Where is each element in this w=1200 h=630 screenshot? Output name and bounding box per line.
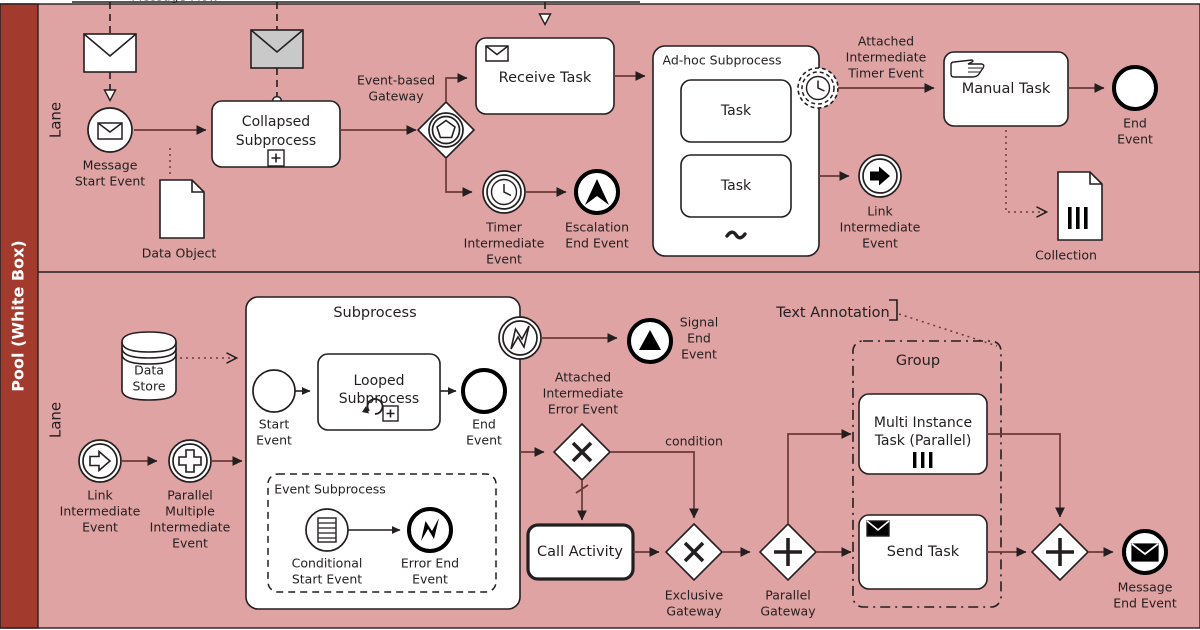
message-start-event-label-2: Start Event: [75, 174, 145, 189]
multi-instance-label-2: Task (Parallel): [874, 433, 972, 449]
parallel-multiple-label-2: Multiple: [165, 504, 215, 519]
end-event-circle: [1112, 65, 1158, 111]
link-bottom-label-3: Event: [82, 520, 118, 535]
signal-end-label-2: End: [687, 331, 711, 346]
adhoc-task-2-label: Task: [720, 178, 752, 194]
lane-bottom-label: Lane: [47, 402, 65, 438]
end-event-top-label-1: End: [1123, 116, 1147, 131]
adhoc-task-1-label: Task: [720, 103, 752, 119]
end-event-top-label-2: Event: [1117, 132, 1153, 147]
envelope-icon: [1131, 543, 1159, 562]
signal-end-label-3: Event: [681, 347, 717, 362]
attached-error-inner: [502, 320, 538, 356]
text-annotation-label: Text Annotation: [775, 305, 889, 321]
bpmn-diagram-canvas: Pool (White Box) Lane Lane Message Flow …: [0, 0, 1200, 630]
message-end-label-2: End Event: [1113, 596, 1177, 611]
link-top-label-3: Event: [862, 236, 898, 251]
attached-timer-label-3: Timer Event: [847, 66, 924, 81]
message-flow-label: Message Flow: [131, 0, 218, 4]
envelope-icon: [866, 520, 890, 537]
collection-bars-icon: [1068, 207, 1088, 229]
end-event-inner-label-1: End: [472, 417, 496, 432]
event-based-gateway-label-2: Gateway: [368, 89, 424, 104]
message-start-event-label-1: Message: [83, 158, 138, 173]
attached-error-label-1: Attached: [555, 370, 611, 385]
conditional-start-label-2: Start Event: [292, 572, 362, 587]
error-end-label-2: Event: [412, 572, 448, 587]
parallel-multiple-label-4: Event: [172, 536, 208, 551]
event-based-gateway-label-1: Event-based: [357, 73, 435, 88]
manual-task[interactable]: Manual Task: [943, 51, 1069, 127]
conditional-list-icon: [317, 517, 337, 543]
link-top-label-2: Intermediate: [840, 220, 921, 235]
looped-subprocess-label-1: Looped: [353, 373, 404, 389]
end-event-inner-label-2: Event: [466, 433, 502, 448]
data-store-label-2: Store: [132, 379, 165, 394]
condition-label: condition: [665, 434, 723, 449]
timer-label-1: Timer: [485, 220, 523, 235]
parallel-multiple-label-1: Parallel: [167, 488, 213, 503]
subprocess-box: [245, 296, 521, 610]
data-store-label-1: Data: [134, 363, 164, 378]
data-object-label: Data Object: [142, 246, 217, 261]
pool-label: Pool (White Box): [9, 240, 28, 392]
start-event-circle: [252, 369, 296, 413]
receive-task-label: Receive Task: [499, 70, 592, 86]
message-end-label-1: Message: [1118, 580, 1173, 595]
timer-label-3: Event: [486, 252, 522, 267]
attached-timer-label-1: Attached: [858, 34, 914, 49]
parallel-bars-icon: [913, 452, 933, 468]
escalation-label-2: End Event: [565, 236, 629, 251]
looped-subprocess-label-2: Subprocess: [339, 391, 419, 407]
link-bottom-label-1: Link: [87, 488, 113, 503]
parallel-multiple-label-3: Intermediate: [150, 520, 231, 535]
message-start-event-circle: [87, 107, 133, 153]
signal-end-label-1: Signal: [680, 315, 718, 330]
link-bottom-label-2: Intermediate: [60, 504, 141, 519]
collapsed-subprocess-label-1: Collapsed: [242, 114, 310, 130]
exclusive-gateway-label-2: Gateway: [666, 604, 722, 619]
exclusive-gateway-label-1: Exclusive: [665, 588, 724, 603]
subprocess-label: Subprocess: [333, 305, 416, 321]
attached-error-label-2: Intermediate: [543, 386, 624, 401]
send-task-label: Send Task: [887, 544, 960, 560]
event-subprocess-label: Event Subprocess: [274, 482, 386, 497]
parallel-gateway-label-1: Parallel: [765, 588, 811, 603]
collapsed-subprocess-label-2: Subprocess: [236, 133, 316, 149]
timer-label-2: Intermediate: [464, 236, 545, 251]
call-activity-label: Call Activity: [537, 544, 623, 560]
attached-timer-label-2: Intermediate: [846, 50, 927, 65]
adhoc-subprocess-label: Ad-hoc Subprocess: [662, 53, 781, 68]
document-icon: [159, 179, 205, 239]
end-event-inner-circle: [461, 368, 507, 414]
subprocess-expanded[interactable]: Subprocess Start Event Looped Subprocess: [245, 296, 521, 610]
start-event-label-2: Event: [256, 433, 292, 448]
start-event-label-1: Start: [259, 417, 290, 432]
collection-label: Collection: [1035, 248, 1097, 263]
error-end-label-1: Error End: [401, 556, 459, 571]
conditional-start-label-1: Conditional: [292, 556, 363, 571]
document-icon: [1057, 171, 1103, 241]
group-label: Group: [896, 353, 940, 369]
multi-instance-label-1: Multi Instance: [874, 415, 972, 431]
link-top-label-1: Link: [867, 204, 893, 219]
manual-task-label: Manual Task: [962, 81, 1051, 97]
escalation-label-1: Escalation: [565, 220, 629, 235]
attached-error-label-3: Error Event: [548, 402, 618, 417]
adhoc-subprocess-box: [652, 45, 820, 257]
parallel-gateway-label-2: Gateway: [760, 604, 816, 619]
bpmn-svg-root: Pool (White Box) Lane Lane Message Flow …: [0, 0, 1200, 629]
lane-top-label: Lane: [47, 102, 65, 138]
